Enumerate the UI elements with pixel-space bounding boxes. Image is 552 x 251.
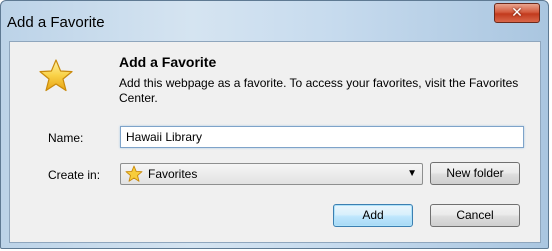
star-icon bbox=[39, 59, 73, 92]
name-input[interactable] bbox=[120, 126, 524, 148]
close-icon: ✕ bbox=[511, 5, 523, 21]
create-in-dropdown[interactable]: Favorites ▼ bbox=[120, 163, 423, 185]
name-label: Name: bbox=[48, 131, 84, 145]
add-button[interactable]: Add bbox=[333, 204, 413, 227]
cancel-button[interactable]: Cancel bbox=[430, 204, 520, 227]
create-in-label: Create in: bbox=[48, 168, 101, 182]
dialog-body: Add a Favorite Add this webpage as a fav… bbox=[9, 41, 541, 243]
dialog-window: Add a Favorite ✕ Add a Favorite Add this… bbox=[0, 0, 549, 249]
title-bar[interactable]: Add a Favorite ✕ bbox=[1, 1, 548, 41]
dialog-heading: Add a Favorite bbox=[119, 54, 217, 70]
star-folder-icon bbox=[125, 165, 143, 182]
new-folder-button[interactable]: New folder bbox=[430, 162, 520, 185]
window-title: Add a Favorite bbox=[7, 14, 105, 31]
dialog-description: Add this webpage as a favorite. To acces… bbox=[119, 76, 519, 105]
create-in-value: Favorites bbox=[148, 167, 198, 181]
chevron-down-icon: ▼ bbox=[407, 168, 417, 179]
close-button[interactable]: ✕ bbox=[494, 3, 540, 23]
